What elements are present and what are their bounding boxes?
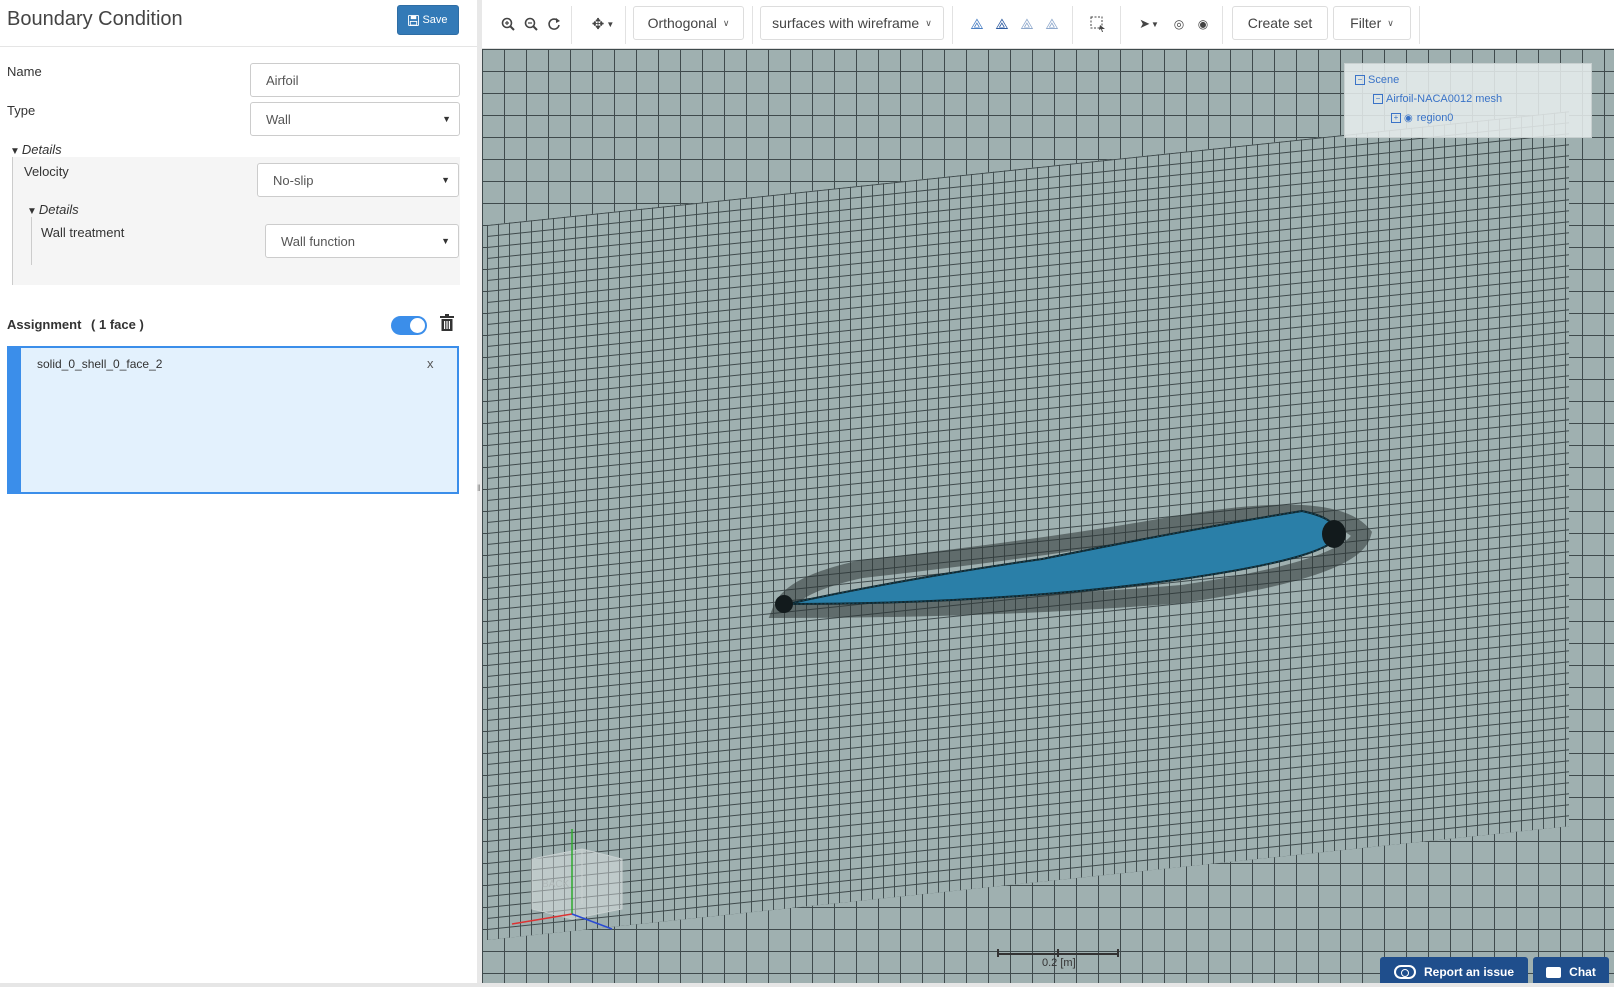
dropdown-caret-icon: ▼: [442, 114, 451, 124]
create-set-label: Create set: [1247, 15, 1313, 31]
name-label: Name: [7, 64, 42, 79]
render-mode-label: surfaces with wireframe: [772, 15, 920, 31]
save-label: Save: [422, 14, 448, 26]
projection-dropdown[interactable]: Orthogonal ∨: [633, 6, 744, 40]
tree-scene-label: Scene: [1368, 74, 1400, 86]
report-issue-label: Report an issue: [1423, 965, 1515, 979]
collapse-icon[interactable]: −: [1355, 75, 1365, 85]
remove-face-button[interactable]: x: [427, 356, 434, 371]
3d-viewer[interactable]: − Scene − Airfoil-NACA0012 mesh + ◉ region…: [482, 0, 1614, 983]
chevron-down-icon: ∨: [1387, 17, 1394, 28]
assignment-title: Assignment: [7, 317, 82, 332]
footer-strip: [0, 983, 1614, 987]
dropdown-caret-icon: ▼: [441, 236, 450, 246]
chat-button[interactable]: Chat: [1533, 957, 1609, 983]
wall-treatment-value: Wall function: [281, 233, 355, 249]
assignment-label: Assignment ( 1 face ): [7, 317, 144, 332]
floppy-disk-icon: [408, 14, 420, 26]
save-button[interactable]: Save: [397, 5, 459, 35]
boundary-condition-panel: Boundary Condition Save Name Airfoil Typ…: [0, 0, 477, 983]
chevron-down-icon: ∨: [722, 17, 730, 28]
tree-region-label: region0: [1416, 112, 1454, 124]
filter-label: Filter: [1350, 15, 1382, 31]
assignment-toggle[interactable]: [391, 316, 427, 335]
view-side-icon[interactable]: ⟁: [1018, 15, 1036, 33]
details-toggle[interactable]: ▼ Details: [10, 142, 62, 157]
toolbar-divider: [1072, 6, 1073, 44]
triangle-down-icon: ▼: [10, 146, 20, 157]
view-top-icon[interactable]: ⟁: [993, 15, 1011, 33]
toolbar-divider: [1222, 6, 1223, 44]
box-select-icon[interactable]: [1089, 15, 1107, 33]
type-value: Wall: [266, 111, 291, 127]
wall-treatment-select[interactable]: Wall function ▼: [265, 224, 459, 258]
assigned-face-item[interactable]: solid_0_shell_0_face_2: [37, 357, 162, 371]
type-label: Type: [7, 103, 36, 118]
filter-dropdown[interactable]: Filter ∨: [1333, 6, 1411, 40]
mesh-canvas[interactable]: − Scene − Airfoil-NACA0012 mesh + ◉ region…: [482, 49, 1614, 983]
tree-mesh-node[interactable]: − Airfoil-NACA0012 mesh: [1373, 93, 1502, 105]
chat-label: Chat: [1569, 965, 1596, 979]
pan-move-icon[interactable]: ✥ ▼: [590, 15, 616, 33]
toggle-knob: [410, 318, 425, 333]
collapse-icon[interactable]: −: [1373, 94, 1383, 104]
show-eye-icon[interactable]: ◉: [1194, 15, 1212, 33]
velocity-value: No-slip: [273, 172, 314, 188]
render-mode-dropdown[interactable]: surfaces with wireframe ∨: [760, 6, 944, 40]
tree-mesh-label: Airfoil-NACA0012 mesh: [1386, 93, 1503, 105]
velocity-select[interactable]: No-slip ▼: [257, 163, 459, 197]
orientation-cube[interactable]: BACK: [502, 819, 652, 959]
camera-icon: [1393, 965, 1416, 979]
trash-icon[interactable]: [440, 314, 454, 334]
tree-scene-node[interactable]: − Scene: [1355, 74, 1399, 86]
scale-bar: 0.2 [m]: [997, 949, 1119, 971]
view-front-icon[interactable]: ⟁: [968, 15, 986, 33]
dropdown-caret-icon: ▼: [441, 175, 450, 185]
details-heading: Details: [21, 142, 62, 157]
triangle-down-icon: ▼: [27, 206, 37, 217]
chat-bubble-icon: [1546, 966, 1562, 978]
cube-face-label: BACK: [542, 879, 570, 890]
panel-title: Boundary Condition: [7, 8, 183, 30]
toolbar-divider: [952, 6, 953, 44]
hide-eye-icon[interactable]: ◎: [1170, 15, 1188, 33]
assignment-list[interactable]: solid_0_shell_0_face_2 x: [7, 346, 459, 494]
assignment-count: ( 1 face ): [91, 317, 144, 332]
expand-icon[interactable]: +: [1391, 113, 1401, 123]
eye-icon[interactable]: ◉: [1404, 113, 1413, 124]
tree-region-node[interactable]: + ◉ region0: [1391, 112, 1453, 124]
details2-heading: Details: [38, 202, 79, 217]
toolbar-divider: [1120, 6, 1121, 44]
name-value: Airfoil: [266, 72, 299, 88]
zoom-out-icon[interactable]: [522, 15, 540, 33]
wall-treatment-label: Wall treatment: [41, 225, 125, 240]
scale-label: 0.2 [m]: [1042, 957, 1076, 969]
viewer-toolbar: ✥ ▼ Orthogonal ∨ surfaces with wireframe ∨ …: [482, 0, 1614, 49]
reset-view-icon[interactable]: [545, 15, 563, 33]
report-issue-button[interactable]: Report an issue: [1380, 957, 1528, 983]
chevron-down-icon: ∨: [925, 17, 932, 28]
zoom-in-icon[interactable]: [499, 15, 517, 33]
details2-toggle[interactable]: ▼ Details: [27, 202, 79, 217]
toolbar-divider: [752, 6, 753, 44]
toolbar-divider: [571, 6, 572, 44]
toolbar-divider: [625, 6, 626, 44]
header-divider: [0, 46, 477, 47]
type-select[interactable]: Wall ▼: [250, 102, 460, 136]
create-set-button[interactable]: Create set: [1232, 6, 1328, 40]
scene-tree: − Scene − Airfoil-NACA0012 mesh + ◉ region…: [1344, 63, 1592, 138]
projection-label: Orthogonal: [647, 15, 717, 31]
velocity-label: Velocity: [24, 164, 69, 179]
view-iso-icon[interactable]: ⟁: [1043, 15, 1061, 33]
select-pointer-icon[interactable]: ➤ ▼: [1136, 15, 1162, 33]
selection-stripe: [9, 348, 21, 492]
toolbar-divider: [1419, 6, 1420, 44]
grip-icon: ‖: [477, 483, 481, 493]
name-field[interactable]: Airfoil: [250, 63, 460, 97]
